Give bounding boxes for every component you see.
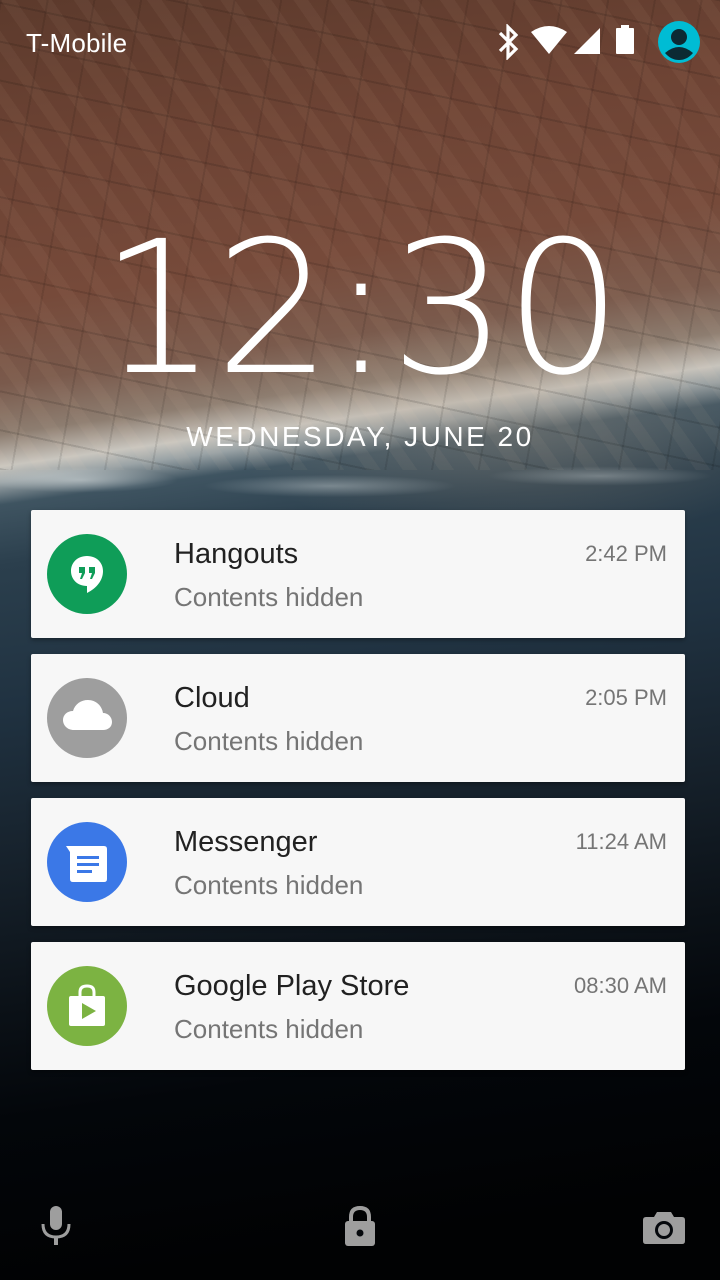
user-avatar-icon[interactable] [656, 19, 702, 70]
notification-hangouts[interactable]: Hangouts Contents hidden 2:42 PM [31, 510, 685, 638]
play-store-icon [47, 966, 127, 1046]
cell-signal-icon [572, 24, 602, 63]
notification-text: Contents hidden [174, 582, 364, 612]
hangouts-icon [47, 534, 127, 614]
notification-messenger[interactable]: Messenger Contents hidden 11:24 AM [31, 798, 685, 926]
notification-app-name: Google Play Store [174, 970, 410, 1002]
notification-text: Contents hidden [174, 1014, 364, 1044]
notification-text: Contents hidden [174, 726, 364, 756]
notification-time: 2:05 PM [585, 685, 667, 710]
microphone-icon[interactable] [38, 1204, 74, 1253]
notification-time: 11:24 AM [575, 829, 667, 854]
notification-app-name: Messenger [174, 826, 318, 858]
notification-cloud[interactable]: Cloud Contents hidden 2:05 PM [31, 654, 685, 782]
cloud-icon [47, 678, 127, 758]
notification-time: 2:42 PM [585, 541, 667, 566]
notification-time: 08:30 AM [574, 973, 667, 998]
lockscreen-clock: 12:30 [99, 202, 622, 416]
notification-text: Contents hidden [174, 870, 364, 900]
notification-play-store[interactable]: Google Play Store Contents hidden 08:30 … [31, 942, 685, 1070]
wifi-icon [530, 24, 568, 63]
camera-icon[interactable] [642, 1204, 686, 1253]
battery-icon [614, 24, 636, 63]
status-bar: T-Mobile [0, 0, 720, 84]
notification-app-name: Cloud [174, 682, 250, 714]
messenger-icon [47, 822, 127, 902]
lock-icon[interactable] [340, 1204, 380, 1253]
carrier-name: T-Mobile [26, 28, 128, 58]
bluetooth-icon [496, 23, 522, 65]
lockscreen-date: WEDNESDAY, JUNE 20 [186, 421, 534, 452]
notification-app-name: Hangouts [174, 538, 299, 570]
lock-screen: T-Mobile 12:30 WEDNESDAY, JUNE 20 Hangou… [0, 0, 720, 1280]
